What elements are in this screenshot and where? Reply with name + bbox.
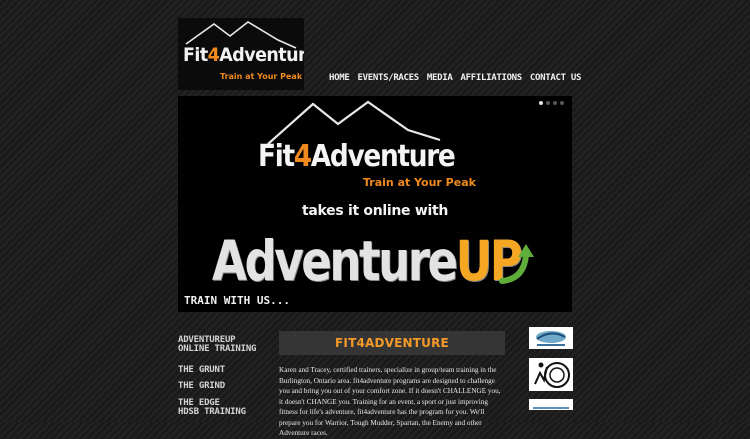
banner-brand: Fit4Adventure [258,139,456,174]
sponsor-logo[interactable] [529,399,573,410]
site-logo[interactable]: Fit4Adventure Train at Your Peak [178,18,304,90]
nav-home[interactable]: HOME [329,73,350,83]
sponsor-text-logo-icon [533,407,569,409]
up-arrow-icon [499,244,534,284]
main-nav: HOME EVENTS/RACES MEDIA AFFILIATIONS CON… [329,73,581,83]
sidebar-item-label[interactable]: THE GRUNT [178,366,278,375]
sidebar-item-label[interactable]: HDSB TRAINING [178,408,278,417]
runner-logo-icon [534,362,570,388]
sidebar-item-the-edge[interactable]: THE EDGE HDSB TRAINING [178,399,278,417]
content-heading-bar: FIT4ADVENTURE [279,331,505,355]
nav-affiliations[interactable]: AFFILIATIONS [461,73,523,83]
nav-media[interactable]: MEDIA [427,73,453,83]
sidebar-item-label[interactable]: THE GRIND [178,382,278,391]
sponsor-logo[interactable] [529,327,573,349]
nav-contact-us[interactable]: CONTACT US [530,73,581,83]
logo-tagline: Train at Your Peak [220,72,303,81]
sidebar-item-label[interactable]: ONLINE TRAINING [178,345,278,354]
adventureup-wordmark: AdventureUP [212,229,523,293]
content-body: Karen and Tracey, certified trainers, sp… [279,366,501,437]
sidebar-item-adventureup[interactable]: ADVENTUREUP ONLINE TRAINING [178,336,278,354]
banner-tagline: Train at Your Peak [363,176,476,189]
banner-online-text: takes it online with [301,203,449,219]
logo-wordmark: Fit4Adventure [183,44,304,66]
hero-slider[interactable]: Fit4Adventure Train at Your Peak takes i… [178,96,572,312]
nav-events-races[interactable]: EVENTS/RACES [357,73,419,83]
banner-train-text: TRAIN WITH US... [184,294,290,307]
sponsor-logo[interactable] [529,358,573,391]
wave-logo-icon [536,331,566,346]
sidebar-item-the-grind[interactable]: THE GRIND [178,382,278,391]
content-heading: FIT4ADVENTURE [335,336,449,350]
sidebar-item-the-grunt[interactable]: THE GRUNT [178,366,278,375]
